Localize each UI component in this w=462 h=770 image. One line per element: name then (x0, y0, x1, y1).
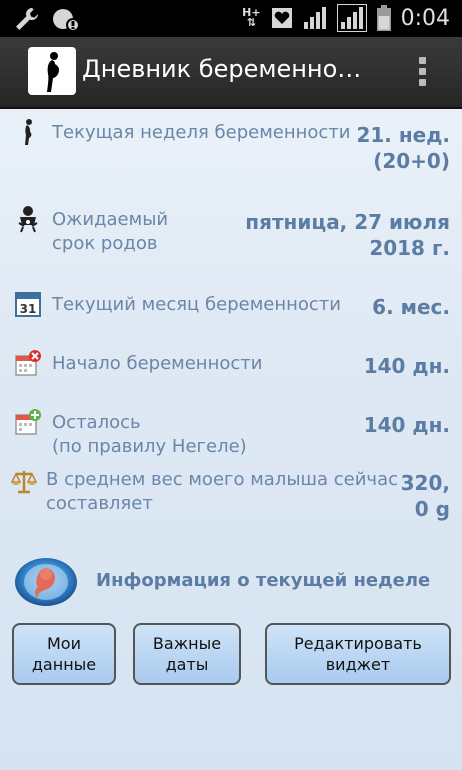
baby-weight-value: 320, 0 g (400, 471, 450, 521)
current-month-label: Текущий месяц беременности (52, 294, 341, 315)
scales-icon (10, 471, 38, 494)
heart-notification-icon (271, 8, 292, 28)
svg-text:31: 31 (20, 302, 37, 316)
remaining-value: 140 дн. (363, 413, 450, 437)
clock: 0:04 (400, 5, 450, 31)
pregnant-silhouette-icon (25, 119, 32, 145)
important-dates-button[interactable]: Важные даты (133, 623, 241, 685)
calendar-icon: 31 (15, 292, 41, 317)
week-info-label: Информация о текущей неделе (96, 570, 431, 591)
status-bar: H+ ⇅ 0:04 (0, 0, 462, 37)
calendar-remove-icon (15, 350, 41, 376)
due-date-value: пятница, 27 июля 2018 г. (245, 210, 450, 260)
app-logo-icon[interactable] (28, 47, 76, 95)
calendar-add-icon (15, 409, 41, 435)
baby-weight-label: В среднем вес моего малыша сейчас состав… (46, 469, 398, 514)
pregnancy-start-label: Начало беременности (52, 353, 263, 374)
current-week-value: 21. нед. (20+0) (356, 123, 450, 173)
week-info-link[interactable]: Информация о текущей неделе (14, 556, 454, 612)
overflow-menu-icon[interactable] (410, 53, 434, 93)
baby-icon (18, 206, 38, 233)
wrench-icon (16, 7, 39, 30)
action-bar: Дневник беременности (0, 37, 462, 109)
fetus-icon (15, 558, 77, 606)
due-date-label: Ожидаемый срок родов (52, 209, 169, 254)
debug-icon (53, 9, 80, 32)
pregnancy-start-value: 140 дн. (363, 354, 450, 378)
remaining-label: Осталось (по правилу Негеле) (52, 412, 247, 457)
current-month-value: 6. мес. (372, 295, 450, 319)
edit-widget-button[interactable]: Редактировать виджет (265, 623, 451, 685)
signal-icon-2 (336, 4, 367, 32)
network-type-icon: H+ ⇅ (242, 6, 261, 29)
signal-icon (303, 7, 326, 29)
app-title: Дневник беременности (82, 55, 372, 83)
current-week-label: Текущая неделя беременности (52, 122, 351, 143)
battery-icon (376, 5, 391, 31)
my-data-button[interactable]: Мои данные (12, 623, 116, 685)
